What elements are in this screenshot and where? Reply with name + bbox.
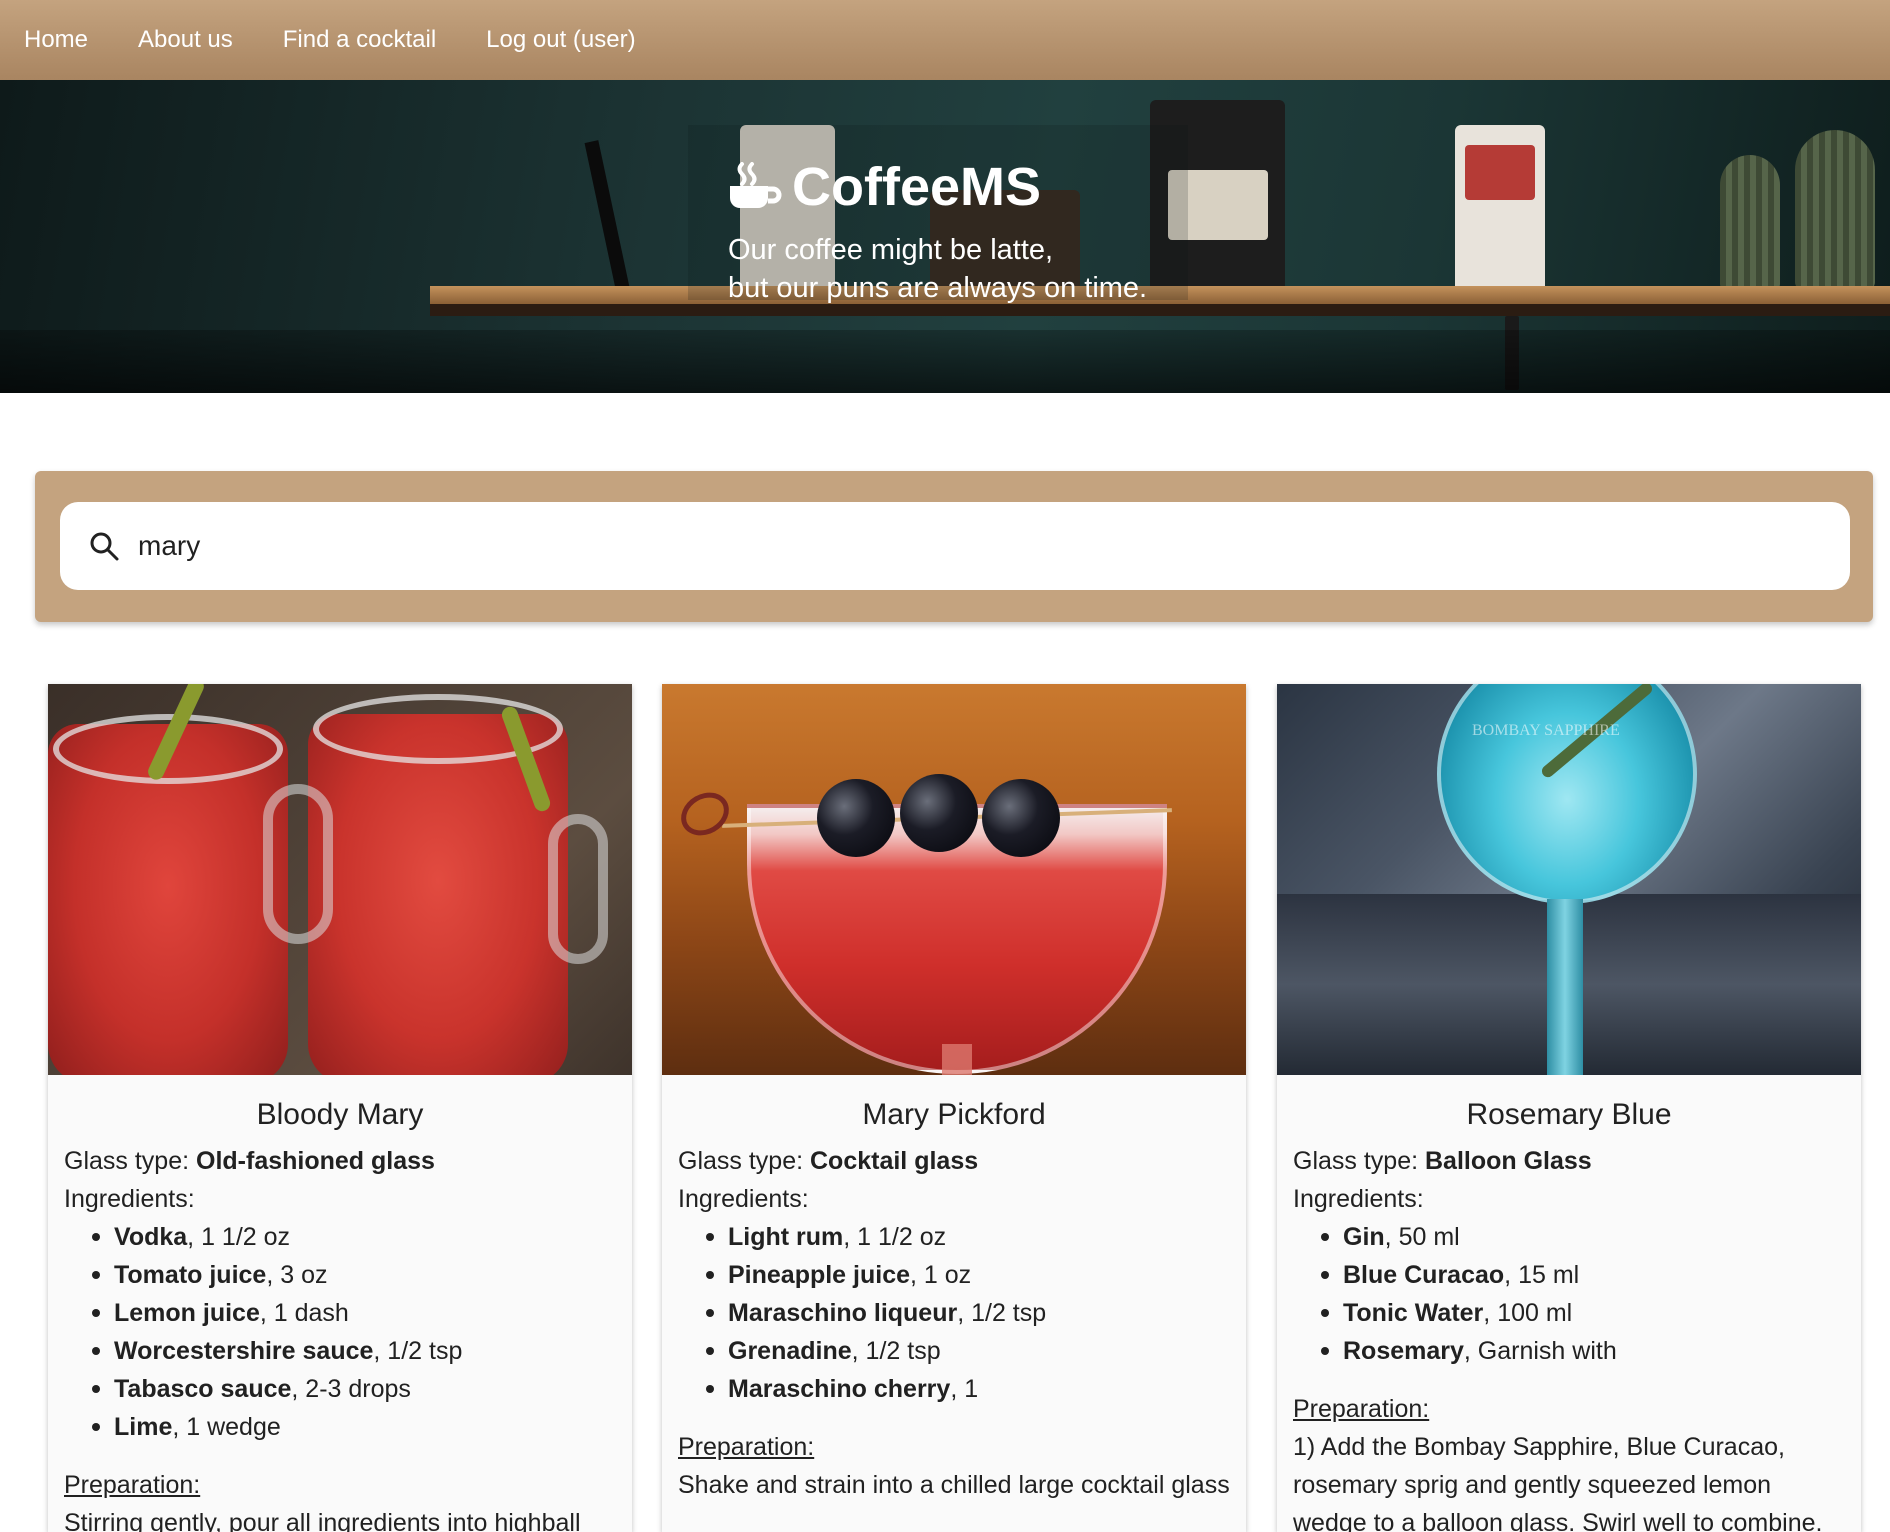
ingredient-item: Blue Curacao, 15 ml [1321, 1256, 1845, 1294]
ingredient-item: Gin, 50 ml [1321, 1218, 1845, 1256]
ingredient-item: Lime, 1 wedge [92, 1408, 616, 1446]
nav-about-link[interactable]: About us [138, 26, 233, 54]
cocktail-title: Bloody Mary [256, 1098, 424, 1131]
search-box[interactable] [60, 502, 1850, 590]
ingredient-item: Tonic Water, 100 ml [1321, 1294, 1845, 1332]
brand: CoffeeMS [728, 158, 1041, 216]
preparation-text: 1) Add the Bombay Sapphire, Blue Curacao… [1293, 1433, 1823, 1532]
ingredient-item: Vodka, 1 1/2 oz [92, 1218, 616, 1256]
hero-photo-coffee-bag [1455, 125, 1545, 290]
nav-home-link[interactable]: Home [24, 26, 88, 54]
search-panel [35, 471, 1873, 622]
ingredient-item: Grenadine, 1/2 tsp [706, 1332, 1230, 1370]
cocktail-image: BOMBAY SAPPHIRE [1277, 684, 1861, 1075]
coffee-cup-icon [730, 162, 782, 208]
cocktail-title: Rosemary Blue [1466, 1098, 1672, 1131]
glass-type: Glass type: Balloon Glass [1293, 1147, 1592, 1175]
ingredient-item: Pineapple juice, 1 oz [706, 1256, 1230, 1294]
cocktail-card[interactable]: Bloody Mary Glass type: Old-fashioned gl… [48, 684, 632, 1532]
preparation-label: Preparation: [678, 1433, 815, 1461]
ingredient-item: Worcestershire sauce, 1/2 tsp [92, 1332, 616, 1370]
preparation-label: Preparation: [64, 1471, 201, 1499]
cocktail-card[interactable]: Mary Pickford Glass type: Cocktail glass… [662, 684, 1246, 1532]
hero-photo-cactus [1795, 130, 1875, 290]
ingredients-list: Vodka, 1 1/2 oz Tomato juice, 3 oz Lemon… [64, 1218, 616, 1446]
hero-tagline: Our coffee might be latte, but our puns … [728, 234, 1148, 304]
ingredient-item: Light rum, 1 1/2 oz [706, 1218, 1230, 1256]
ingredient-item: Maraschino cherry, 1 [706, 1370, 1230, 1408]
hero-photo-stand [584, 140, 630, 290]
nav-find-cocktail-link[interactable]: Find a cocktail [283, 26, 436, 54]
ingredients-list: Light rum, 1 1/2 oz Pineapple juice, 1 o… [678, 1218, 1230, 1408]
brand-title: CoffeeMS [792, 157, 1042, 217]
cocktail-card[interactable]: BOMBAY SAPPHIRE Rosemary Blue Glass type… [1277, 684, 1861, 1532]
ingredient-item: Tomato juice, 3 oz [92, 1256, 616, 1294]
search-icon [90, 532, 119, 561]
preparation-text: Stirring gently, pour all ingredients in… [64, 1509, 581, 1532]
cocktail-title: Mary Pickford [862, 1098, 1046, 1131]
ingredients-label: Ingredients: [64, 1185, 195, 1213]
hero-photo-cactus [1720, 155, 1780, 290]
glass-type: Glass type: Cocktail glass [678, 1147, 979, 1175]
nav-logout-link[interactable]: Log out (user) [486, 26, 635, 54]
preparation-label: Preparation: [1293, 1395, 1430, 1423]
hero-banner: CoffeeMS Our coffee might be latte, but … [0, 80, 1890, 393]
ingredients-label: Ingredients: [1293, 1185, 1424, 1213]
glass-type: Glass type: Old-fashioned glass [64, 1147, 435, 1175]
cocktail-image [662, 684, 1246, 1075]
ingredients-label: Ingredients: [678, 1185, 809, 1213]
glass-etching: BOMBAY SAPPHIRE [1472, 722, 1620, 739]
ingredient-item: Maraschino liqueur, 1/2 tsp [706, 1294, 1230, 1332]
ingredient-item: Tabasco sauce, 2-3 drops [92, 1370, 616, 1408]
ingredient-item: Lemon juice, 1 dash [92, 1294, 616, 1332]
search-input[interactable] [138, 530, 1788, 562]
top-nav: Home About us Find a cocktail Log out (u… [0, 0, 1890, 80]
cocktail-image [48, 684, 632, 1075]
ingredient-item: Rosemary, Garnish with [1321, 1332, 1845, 1370]
preparation-text: Shake and strain into a chilled large co… [678, 1471, 1230, 1499]
ingredients-list: Gin, 50 ml Blue Curacao, 15 ml Tonic Wat… [1293, 1218, 1845, 1370]
